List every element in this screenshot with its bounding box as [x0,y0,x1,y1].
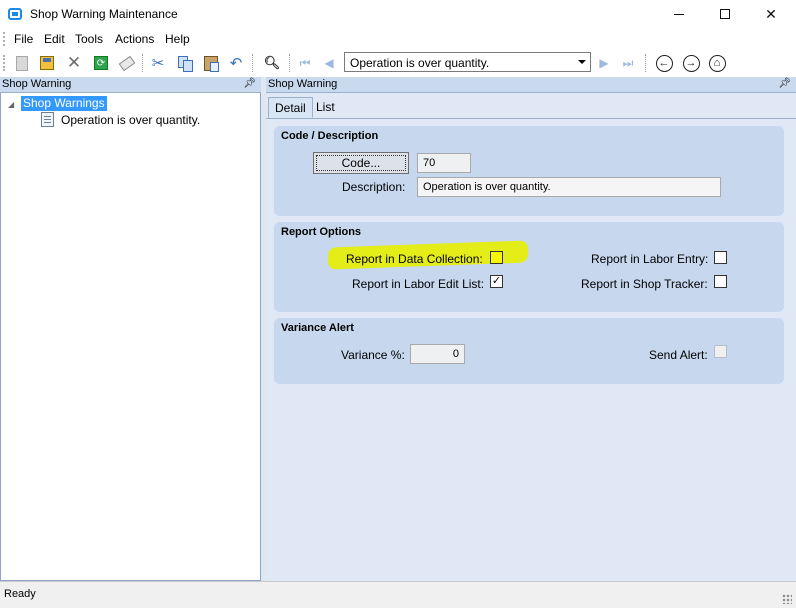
next-record-button[interactable]: ▶ [594,53,614,73]
clear-button[interactable] [117,53,137,73]
variance-alert-group: Variance Alert Variance %: 0 Send Alert: [274,318,784,384]
home-button[interactable]: ⌂ [707,53,727,73]
save-icon [40,56,54,70]
menu-actions[interactable]: Actions [115,32,154,46]
clear-icon [118,55,136,71]
menu-file[interactable]: File [14,32,33,46]
menubar-grip[interactable] [3,32,6,46]
left-panel-title: Shop Warning [2,78,72,90]
app-icon [8,8,22,20]
data-collection-checkbox[interactable] [490,251,503,264]
status-bar: Ready [0,581,796,608]
refresh-button[interactable]: ⟳ [91,53,111,73]
undo-icon: ↶ [229,55,243,72]
send-alert-label: Send Alert: [649,348,708,362]
refresh-icon: ⟳ [94,56,108,70]
toolbar-separator [289,54,290,72]
tab-detail[interactable]: Detail [268,97,313,118]
description-label: Description: [342,180,406,194]
tree-item[interactable]: Operation is over quantity. [61,113,200,127]
labor-entry-label: Report in Labor Entry: [591,252,709,266]
maximize-button[interactable] [702,0,748,28]
paste-button[interactable] [201,53,221,73]
back-button[interactable]: ← [654,53,674,73]
send-alert-checkbox[interactable] [714,345,727,358]
pin-icon[interactable]: 📌︎ [243,78,256,89]
cut-icon: ✂ [151,55,165,72]
new-icon [16,55,28,71]
last-record-button[interactable]: ⏭ [618,53,638,73]
group-title: Report Options [281,226,362,238]
menu-bar: File Edit Tools Actions Help [0,28,796,50]
labor-entry-checkbox[interactable] [714,251,727,264]
toolbar-separator [645,54,646,72]
toolbar-grip[interactable] [3,55,6,71]
save-button[interactable] [37,53,57,73]
maximize-icon [720,9,730,19]
first-record-button[interactable]: ⏮ [295,53,315,73]
first-record-icon: ⏮ [299,55,311,70]
shop-tracker-label: Report in Shop Tracker: [581,277,708,291]
forward-icon: → [682,54,700,72]
tree-root-shop-warnings[interactable]: Shop Warnings [21,96,107,111]
find-icon: 🔍︎ [263,55,281,70]
group-title: Code / Description [281,130,379,142]
cut-button[interactable]: ✂ [148,53,168,73]
variance-field[interactable]: 0 [410,344,465,364]
paste-icon [204,55,219,72]
resize-grip-icon[interactable] [782,594,792,604]
right-panel-header: Shop Warning 📌︎ [266,77,796,93]
window-title: Shop Warning Maintenance [30,7,178,21]
close-button[interactable]: ✕ [748,0,794,28]
document-icon [41,112,54,127]
home-icon: ⌂ [708,54,726,72]
title-bar: Shop Warning Maintenance ✕ [0,0,796,28]
minimize-button[interactable] [656,0,702,28]
undo-button[interactable]: ↶ [226,53,246,73]
chevron-down-icon[interactable] [578,60,586,64]
find-button[interactable]: 🔍︎ [262,53,282,73]
right-panel-title: Shop Warning [268,78,338,90]
last-record-icon: ⏭ [622,55,634,70]
copy-button[interactable] [175,53,195,73]
close-icon: ✕ [765,5,777,22]
report-options-group: Report Options Report in Data Collection… [274,222,784,312]
minimize-icon [674,13,684,15]
detail-content: Code / Description Code... 70 Descriptio… [266,119,796,581]
status-text: Ready [4,588,36,600]
tab-list[interactable]: List [310,97,341,118]
data-collection-label: Report in Data Collection: [346,252,483,266]
code-description-group: Code / Description Code... 70 Descriptio… [274,126,784,216]
delete-button[interactable]: ✕ [64,53,84,73]
new-button[interactable] [12,53,32,73]
tree-expand-icon[interactable]: ◢ [8,100,14,109]
labor-edit-list-label: Report in Labor Edit List: [352,277,485,291]
menu-tools[interactable]: Tools [75,32,103,46]
code-field[interactable]: 70 [417,153,471,173]
pin-icon[interactable]: 📌︎ [778,78,791,89]
copy-icon [178,56,193,72]
previous-record-icon: ◀ [324,56,334,70]
record-selector-value: Operation is over quantity. [350,56,490,70]
tree-panel: ◢ Shop Warnings Operation is over quanti… [0,93,261,581]
back-icon: ← [655,54,673,72]
toolbar-separator [252,54,253,72]
tab-strip: Detail List [266,95,796,119]
group-title: Variance Alert [281,322,354,334]
menu-help[interactable]: Help [165,32,190,46]
forward-button[interactable]: → [681,53,701,73]
variance-label: Variance %: [341,348,405,362]
shop-tracker-checkbox[interactable] [714,275,727,288]
toolbar-separator [142,54,143,72]
next-record-icon: ▶ [599,56,609,70]
code-button[interactable]: Code... [313,152,409,174]
left-panel-header: Shop Warning 📌︎ [0,77,261,93]
record-selector[interactable]: Operation is over quantity. [344,52,591,72]
previous-record-button[interactable]: ◀ [319,53,339,73]
description-field[interactable]: Operation is over quantity. [417,177,721,197]
delete-icon: ✕ [66,53,82,72]
menu-edit[interactable]: Edit [44,32,65,46]
labor-edit-list-checkbox[interactable]: ✓ [490,275,503,288]
